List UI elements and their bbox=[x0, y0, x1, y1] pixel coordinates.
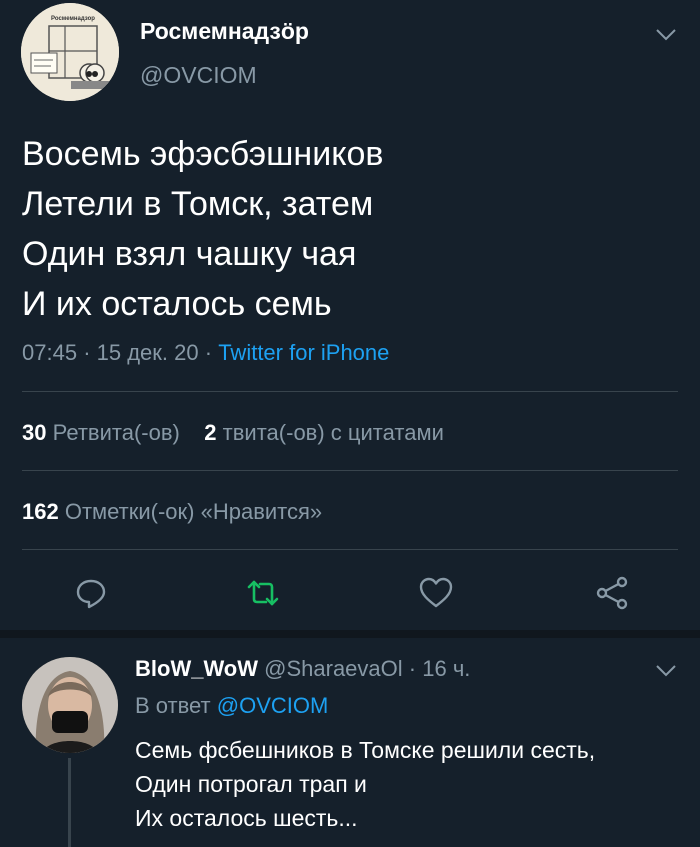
likes-count: 162 bbox=[22, 499, 59, 524]
reply-author-handle[interactable]: @SharaevaOl bbox=[264, 656, 403, 681]
reply-to-label: В ответ bbox=[135, 693, 211, 718]
reply-text-line: Семь фсбешников в Томске решили сесть, bbox=[135, 737, 596, 763]
chevron-down-icon[interactable] bbox=[655, 664, 677, 678]
retweets-label: Ретвита(-ов) bbox=[52, 420, 180, 445]
author-handle[interactable]: @OVCIOM bbox=[140, 62, 257, 89]
tweet-meta: 07:45 · 15 дек. 20 · Twitter for iPhone bbox=[22, 340, 389, 366]
reply-header: BloW_WoW @SharaevaOl · 16 ч. bbox=[135, 656, 470, 682]
retweet-icon[interactable] bbox=[245, 575, 281, 611]
divider bbox=[22, 391, 678, 392]
retweet-stats: 30 Ретвита(-ов) 2 твита(-ов) с цитатами bbox=[22, 420, 444, 446]
tweet-text-line: Один взял чашку чая bbox=[22, 235, 357, 273]
meta-separator: · bbox=[204, 340, 213, 365]
avatar-image: Росмемнадзор bbox=[21, 3, 119, 101]
reply-text-line: Один потрогал трап и bbox=[135, 771, 367, 797]
tweet-text-line: Восемь эфэсбэшников bbox=[22, 135, 384, 173]
reply-author-name[interactable]: BloW_WoW bbox=[135, 656, 258, 681]
author-name[interactable]: Росмемнадзöр bbox=[140, 18, 309, 45]
reply-time: 16 ч. bbox=[422, 656, 471, 681]
reply-icon[interactable] bbox=[73, 575, 109, 611]
reply-text-line: Их осталось шесть... bbox=[135, 805, 358, 831]
tweet-text-line: Летели в Томск, затем bbox=[22, 185, 374, 223]
tweet-text: Восемь эфэсбэшников Летели в Томск, зате… bbox=[22, 129, 682, 329]
reply-author-avatar[interactable] bbox=[22, 657, 118, 753]
tweet-source-link[interactable]: Twitter for iPhone bbox=[218, 340, 389, 365]
likes-stat[interactable]: 162 Отметки(-ок) «Нравится» bbox=[22, 499, 322, 525]
quotes-label: твита(-ов) с цитатами bbox=[222, 420, 444, 445]
divider bbox=[22, 470, 678, 471]
share-icon[interactable] bbox=[594, 575, 630, 611]
reply-to-line: В ответ @OVCIOM bbox=[135, 693, 328, 719]
chevron-down-icon[interactable] bbox=[655, 28, 677, 42]
thread-separator bbox=[0, 630, 700, 638]
main-tweet: Росмемнадзор Росмемнадзöр @OVCIOM Восемь… bbox=[0, 0, 700, 630]
like-heart-icon[interactable] bbox=[418, 575, 454, 611]
avatar-caption: Росмемнадзор bbox=[51, 16, 95, 22]
meta-separator: · bbox=[408, 656, 417, 681]
avatar-image bbox=[22, 657, 118, 753]
divider bbox=[22, 549, 678, 550]
reply-thread-line bbox=[68, 758, 71, 847]
tweet-time: 07:45 bbox=[22, 340, 78, 365]
tweet-date: 15 дек. 20 bbox=[96, 340, 199, 365]
retweets-stat[interactable]: 30 Ретвита(-ов) bbox=[22, 420, 180, 445]
retweets-count: 30 bbox=[22, 420, 47, 445]
tweet-text-line: И их осталось семь bbox=[22, 285, 332, 323]
quotes-count: 2 bbox=[204, 420, 217, 445]
quotes-stat[interactable]: 2 твита(-ов) с цитатами bbox=[204, 420, 444, 445]
likes-label: Отметки(-ок) «Нравится» bbox=[64, 499, 323, 524]
reply-to-mention[interactable]: @OVCIOM bbox=[217, 693, 329, 718]
author-avatar[interactable]: Росмемнадзор bbox=[21, 3, 119, 101]
reply-text: Семь фсбешников в Томске решили сесть, О… bbox=[135, 733, 695, 835]
meta-separator: · bbox=[83, 340, 91, 365]
